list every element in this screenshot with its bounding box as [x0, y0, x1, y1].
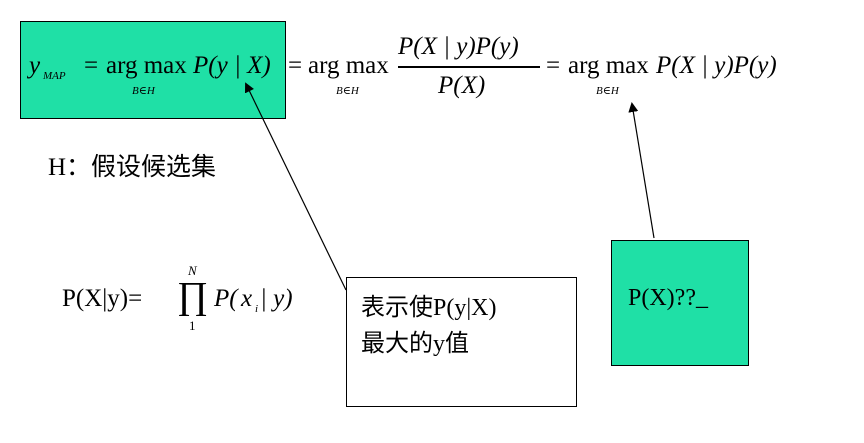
- arrow-callout-to-posterior: [244, 82, 347, 291]
- slide-canvas: y MAP = arg max B∈H P(y | X) = arg max B…: [0, 0, 864, 443]
- arrows-layer: [244, 82, 655, 291]
- arrow-px-to-final-expression: [628, 102, 655, 239]
